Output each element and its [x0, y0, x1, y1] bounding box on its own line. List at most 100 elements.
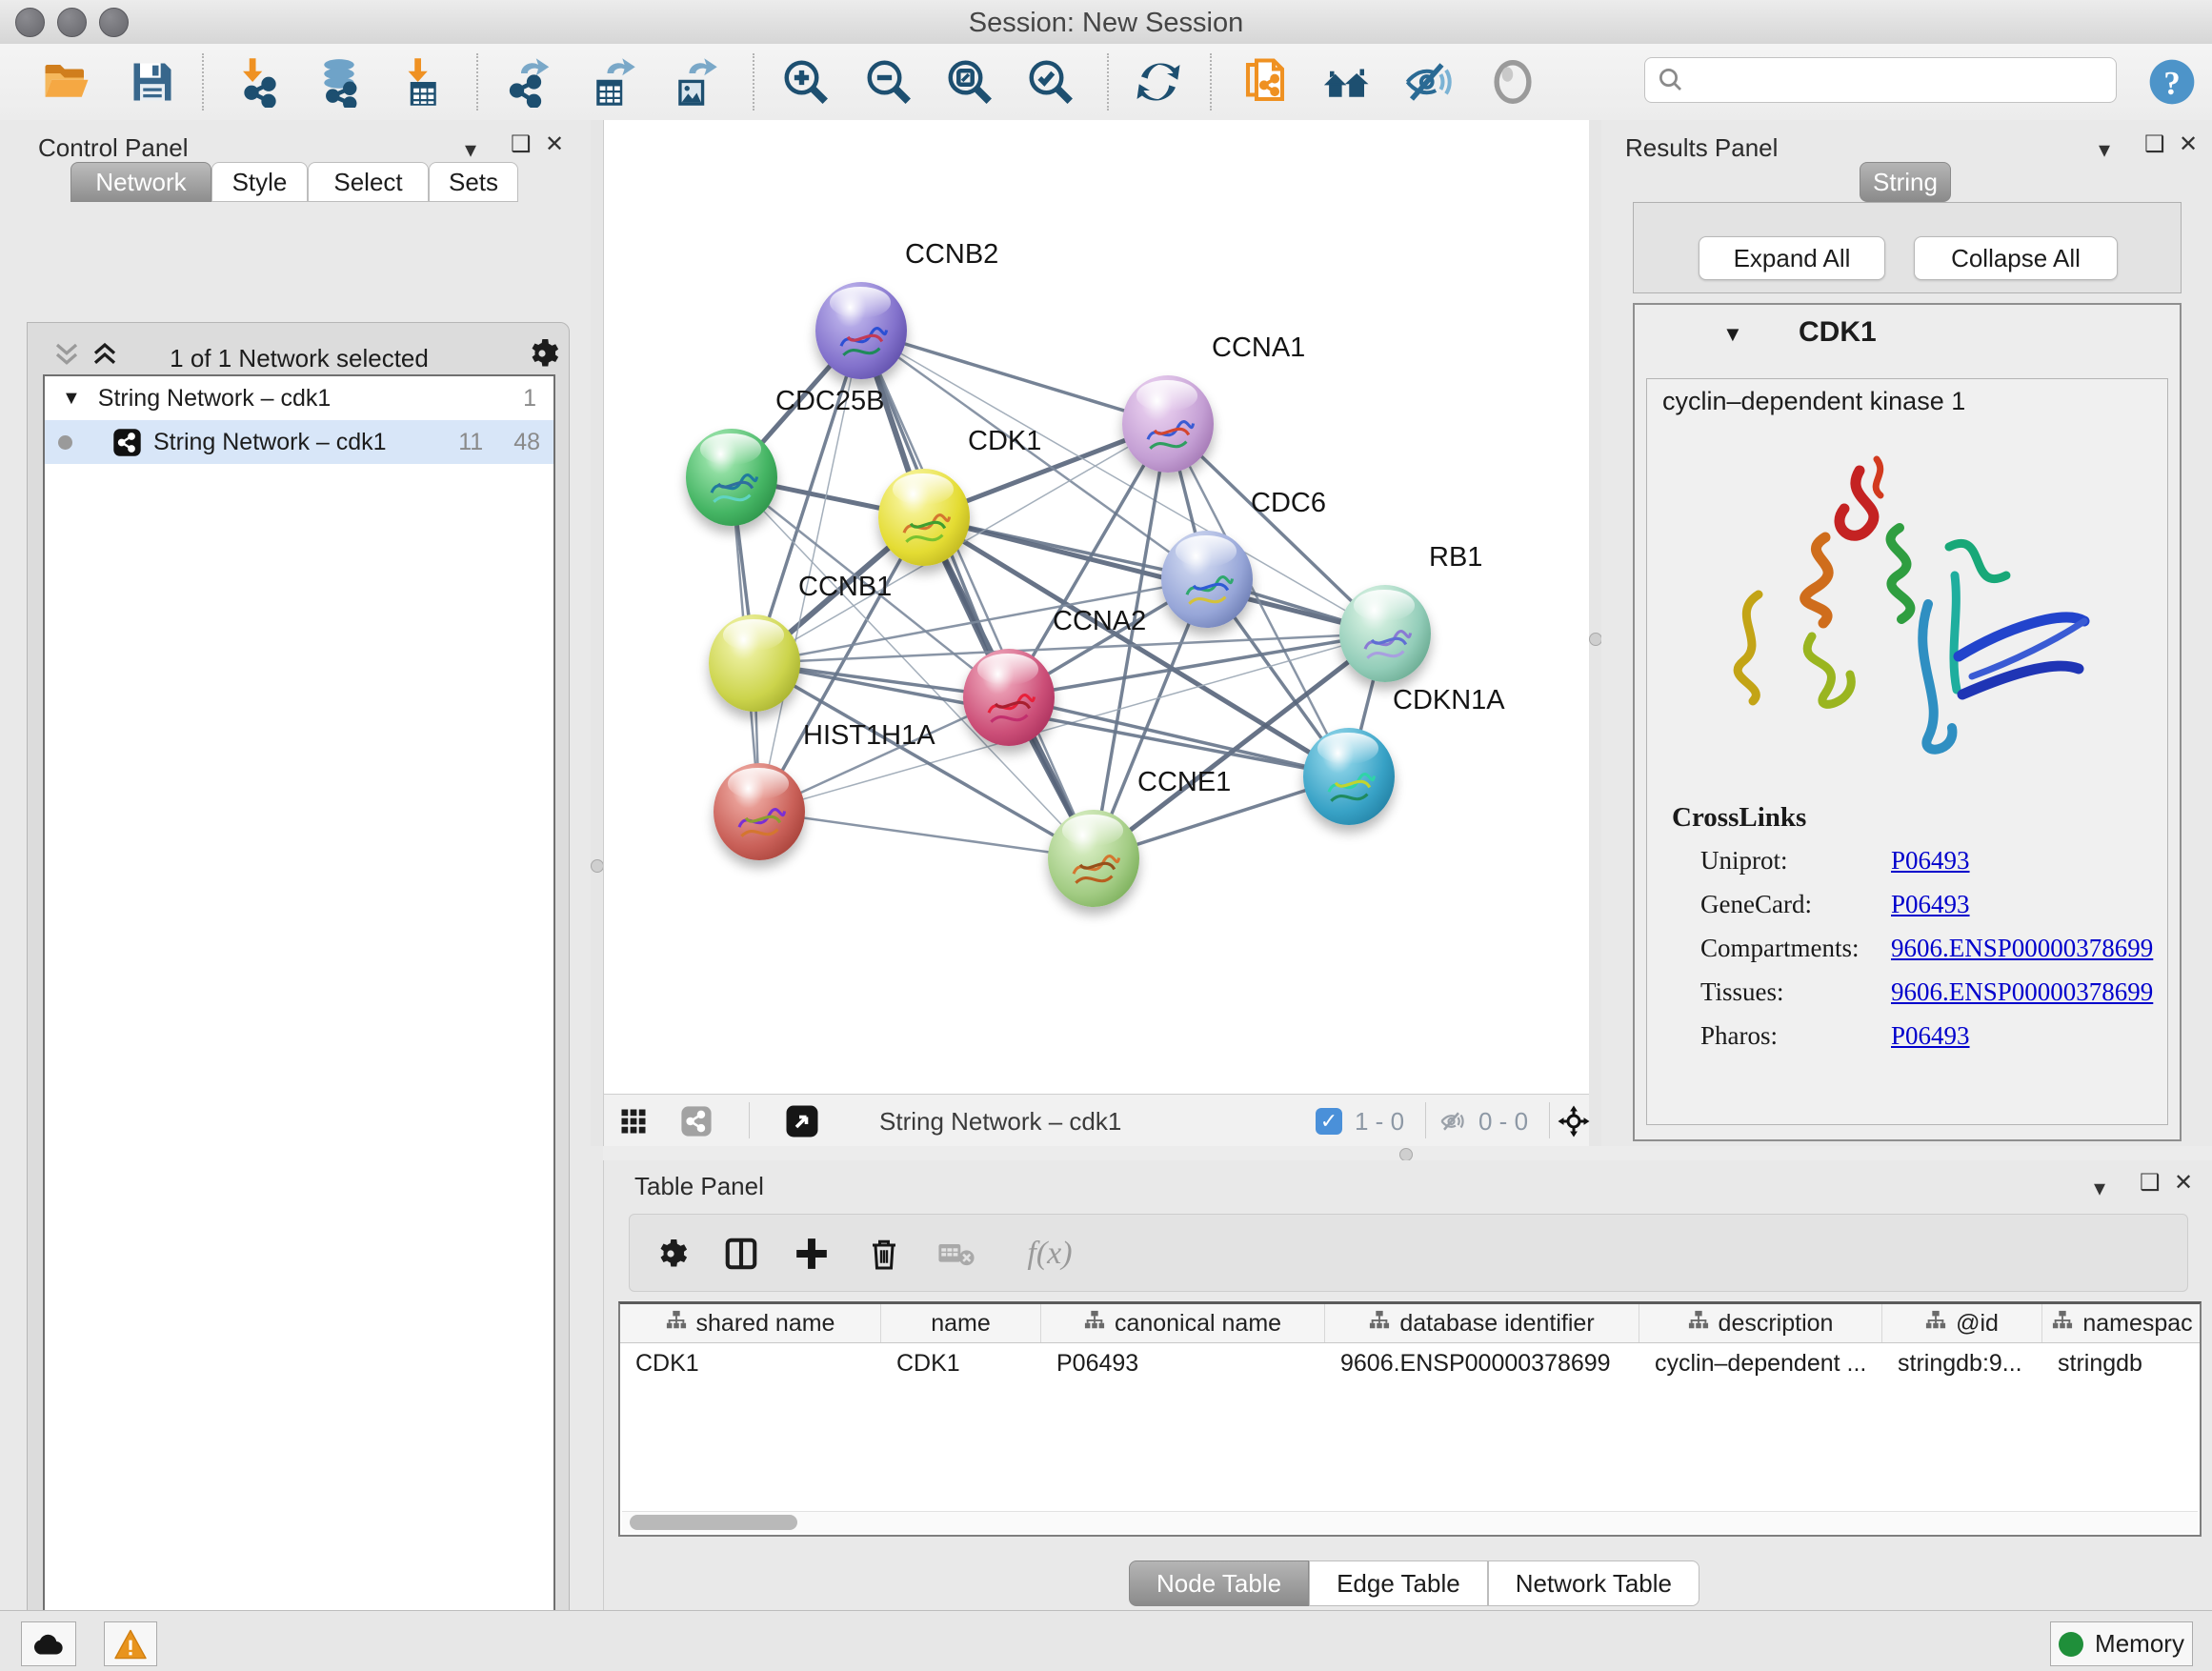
node-CCNB1[interactable]: [709, 614, 800, 712]
column-header-canonical-name[interactable]: canonical name: [1041, 1304, 1325, 1342]
detach-view-icon[interactable]: [785, 1104, 819, 1138]
table-cell[interactable]: cyclin–dependent ...: [1639, 1343, 1882, 1383]
node-CCNA1[interactable]: [1122, 375, 1214, 473]
table-panel-float-icon[interactable]: ❑: [2140, 1174, 2161, 1193]
tab-style[interactable]: Style: [211, 162, 308, 202]
table-cell[interactable]: CDK1: [620, 1343, 881, 1383]
horizontal-splitter[interactable]: [603, 1146, 2212, 1160]
edge-HIST1H1A-CCNE1[interactable]: [759, 812, 1094, 858]
column-header-name[interactable]: name: [881, 1304, 1041, 1342]
table-hscrollbar[interactable]: [622, 1511, 2198, 1533]
column-header-database-identifier[interactable]: database identifier: [1325, 1304, 1639, 1342]
edge-CDK1-RB1[interactable]: [924, 517, 1385, 634]
crosslink-value-link[interactable]: 9606.ENSP00000378699: [1891, 934, 2153, 963]
zoom-in-icon[interactable]: [779, 55, 833, 109]
crosslink-value-link[interactable]: P06493: [1891, 846, 1970, 876]
refresh-icon[interactable]: [1132, 55, 1185, 109]
results-panel-menu-icon[interactable]: ▾: [2099, 141, 2110, 160]
node-CCNB2[interactable]: [815, 282, 907, 379]
node-RB1[interactable]: [1339, 585, 1431, 682]
results-panel-close-icon[interactable]: ✕: [2179, 135, 2198, 154]
node-CDKN1A[interactable]: [1303, 728, 1395, 825]
column-header-shared-name[interactable]: shared name: [620, 1304, 881, 1342]
tab-node-table[interactable]: Node Table: [1129, 1560, 1309, 1606]
delete-column-icon[interactable]: [860, 1230, 908, 1278]
zoom-out-icon[interactable]: [862, 55, 915, 109]
tab-edge-table[interactable]: Edge Table: [1309, 1560, 1488, 1606]
left-splitter[interactable]: [591, 120, 603, 1146]
table-row[interactable]: CDK1CDK1P064939606.ENSP00000378699cyclin…: [620, 1343, 2200, 1383]
cloud-button[interactable]: [21, 1621, 76, 1666]
node-CDC25B[interactable]: [686, 429, 777, 526]
open-session-icon[interactable]: [40, 55, 93, 109]
control-panel-float-icon[interactable]: ❑: [511, 135, 532, 154]
gene-expand-icon[interactable]: ▼: [1722, 322, 1743, 347]
network-options-gear-icon[interactable]: [525, 336, 559, 371]
save-session-icon[interactable]: [126, 55, 179, 109]
selected-checkbox-icon[interactable]: ✓: [1316, 1108, 1342, 1135]
birds-eye-grid-icon[interactable]: [619, 1107, 648, 1136]
left-splitter-handle[interactable]: [591, 859, 604, 873]
edge-CCNB2-CCNE1[interactable]: [861, 331, 1094, 858]
help-icon[interactable]: ?: [2145, 55, 2199, 109]
node-CCNA2[interactable]: [963, 649, 1055, 746]
table-cell[interactable]: P06493: [1041, 1343, 1325, 1383]
collection-expand-icon[interactable]: ▼: [62, 388, 81, 410]
crosslink-value-link[interactable]: 9606.ENSP00000378699: [1891, 977, 2153, 1007]
table-cell[interactable]: CDK1: [881, 1343, 1041, 1383]
table-cell[interactable]: 9606.ENSP00000378699: [1325, 1343, 1639, 1383]
control-panel-close-icon[interactable]: ✕: [545, 135, 564, 154]
table-panel-close-icon[interactable]: ✕: [2174, 1174, 2193, 1193]
export-image-icon[interactable]: [667, 55, 720, 109]
node-CCNE1[interactable]: [1048, 810, 1139, 907]
search-input[interactable]: [1685, 66, 2116, 95]
tab-select[interactable]: Select: [308, 162, 429, 202]
delete-table-icon[interactable]: [933, 1230, 980, 1278]
import-network-icon[interactable]: [233, 55, 287, 109]
edge-CCNB2-CCNA1[interactable]: [861, 331, 1168, 424]
table-cell[interactable]: stringdb:9...: [1882, 1343, 2042, 1383]
fit-selected-crosshair-icon[interactable]: [1557, 1104, 1591, 1138]
zoom-selected-icon[interactable]: [1024, 55, 1077, 109]
table-hscroll-thumb[interactable]: [630, 1515, 797, 1530]
string-overview-icon[interactable]: [680, 1105, 713, 1137]
edge-CCNA2-CDKN1A[interactable]: [1009, 697, 1349, 776]
column-header--id[interactable]: @id: [1882, 1304, 2042, 1342]
export-table-icon[interactable]: [585, 55, 638, 109]
node-HIST1H1A[interactable]: [714, 763, 805, 860]
results-panel-float-icon[interactable]: ❑: [2144, 135, 2165, 154]
string-home-icon[interactable]: [1320, 55, 1374, 109]
node-CDC6[interactable]: [1161, 531, 1253, 628]
tab-network-table[interactable]: Network Table: [1488, 1560, 1699, 1606]
tab-network[interactable]: Network: [70, 162, 211, 202]
tab-string[interactable]: String: [1860, 162, 1951, 202]
share-document-icon[interactable]: [1238, 55, 1292, 109]
show-columns-icon[interactable]: [717, 1230, 765, 1278]
tab-sets[interactable]: Sets: [429, 162, 518, 202]
network-collection-row[interactable]: ▼ String Network – cdk1 1: [45, 376, 553, 420]
table-panel-menu-icon[interactable]: ▾: [2094, 1179, 2105, 1198]
right-splitter-handle[interactable]: [1589, 633, 1602, 646]
warnings-button[interactable]: [104, 1621, 157, 1666]
right-splitter[interactable]: [1589, 120, 1601, 1146]
function-builder-icon[interactable]: f(x): [1007, 1230, 1093, 1278]
control-panel-menu-icon[interactable]: ▾: [465, 141, 476, 160]
import-table-icon[interactable]: [394, 55, 448, 109]
table-cell[interactable]: stringdb: [2042, 1343, 2202, 1383]
column-header-description[interactable]: description: [1639, 1304, 1882, 1342]
preview-eye-icon[interactable]: [1486, 55, 1539, 109]
horizontal-splitter-handle[interactable]: [1399, 1148, 1413, 1161]
collapse-all-button[interactable]: Collapse All: [1914, 236, 2118, 280]
hide-unhide-icon[interactable]: [1402, 55, 1456, 109]
network-canvas[interactable]: CCNB2CCNA1CDC25BCDK1CDC6RB1CCNB1CCNA2CDK…: [603, 120, 1589, 1094]
table-settings-gear-icon[interactable]: [647, 1230, 694, 1278]
add-column-icon[interactable]: [788, 1230, 835, 1278]
crosslink-value-link[interactable]: P06493: [1891, 890, 1970, 919]
export-network-icon[interactable]: [503, 55, 556, 109]
column-header-namespac[interactable]: namespac: [2042, 1304, 2202, 1342]
memory-button[interactable]: Memory: [2050, 1621, 2193, 1666]
node-CDK1[interactable]: [878, 469, 970, 566]
crosslink-value-link[interactable]: P06493: [1891, 1021, 1970, 1051]
zoom-fit-icon[interactable]: [943, 55, 996, 109]
node-table[interactable]: shared namenamecanonical namedatabase id…: [618, 1301, 2202, 1537]
